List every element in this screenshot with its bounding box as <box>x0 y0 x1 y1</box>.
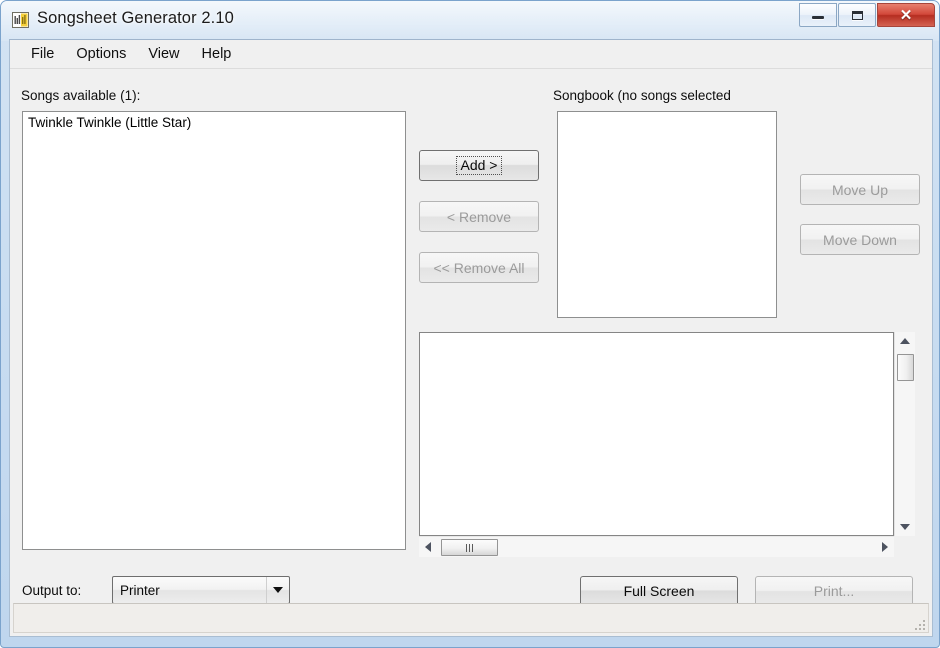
horizontal-scroll-thumb[interactable] <box>441 539 498 556</box>
print-button[interactable]: Print... <box>755 576 913 606</box>
remove-all-button[interactable]: << Remove All <box>419 252 539 283</box>
maximize-icon <box>851 10 863 20</box>
add-button-label: Add > <box>455 155 503 176</box>
remove-button[interactable]: < Remove <box>419 201 539 232</box>
preview-horizontal-scrollbar[interactable] <box>419 536 894 557</box>
app-window: Songsheet Generator 2.10 ✕ File Options … <box>0 0 940 648</box>
caption-button-group: ✕ <box>799 3 935 29</box>
print-button-label: Print... <box>813 583 855 599</box>
songsheet-preview-pane[interactable] <box>419 332 894 536</box>
add-button[interactable]: Add > <box>419 150 539 181</box>
output-to-label: Output to: <box>22 583 82 598</box>
minimize-icon <box>812 16 824 19</box>
minimize-button[interactable] <box>799 3 837 27</box>
menu-item-help[interactable]: Help <box>191 43 243 66</box>
songsheet-app-icon <box>12 12 29 28</box>
full-screen-button[interactable]: Full Screen <box>580 576 738 606</box>
title-bar[interactable]: Songsheet Generator 2.10 ✕ <box>1 1 939 39</box>
scroll-right-icon[interactable] <box>882 542 888 552</box>
status-bar <box>13 603 929 633</box>
move-down-button[interactable]: Move Down <box>800 224 920 255</box>
songbook-label: Songbook (no songs selected <box>553 88 731 103</box>
songbook-listbox[interactable] <box>557 111 777 318</box>
list-item[interactable]: Twinkle Twinkle (Little Star) <box>23 112 405 133</box>
scroll-left-icon[interactable] <box>425 542 431 552</box>
remove-button-label: < Remove <box>446 208 512 225</box>
maximize-button[interactable] <box>838 3 876 27</box>
remove-all-button-label: << Remove All <box>433 259 525 276</box>
move-up-button[interactable]: Move Up <box>800 174 920 205</box>
chevron-down-icon[interactable] <box>266 577 289 603</box>
window-title: Songsheet Generator 2.10 <box>37 9 234 27</box>
menu-item-file[interactable]: File <box>20 43 65 66</box>
vertical-scroll-thumb[interactable] <box>897 354 914 381</box>
scroll-up-icon[interactable] <box>900 338 910 344</box>
close-button[interactable]: ✕ <box>877 3 935 27</box>
menu-item-options[interactable]: Options <box>65 43 137 66</box>
output-to-combobox[interactable]: Printer <box>112 576 290 604</box>
client-area: File Options View Help Songs available (… <box>9 39 933 637</box>
move-down-button-label: Move Down <box>823 231 897 248</box>
songs-available-listbox[interactable]: Twinkle Twinkle (Little Star) <box>22 111 406 550</box>
songs-available-label: Songs available (1): <box>21 88 141 103</box>
full-screen-button-label: Full Screen <box>623 583 695 599</box>
move-up-button-label: Move Up <box>831 181 889 198</box>
scroll-thumb-grip-icon <box>466 543 473 552</box>
menu-bar: File Options View Help <box>10 40 932 69</box>
preview-vertical-scrollbar[interactable] <box>894 332 915 536</box>
close-icon: ✕ <box>899 6 913 24</box>
menu-item-view[interactable]: View <box>137 43 190 66</box>
resize-grip-icon[interactable] <box>911 616 925 630</box>
output-to-selected-value: Printer <box>120 582 160 598</box>
scroll-down-icon[interactable] <box>900 524 910 530</box>
